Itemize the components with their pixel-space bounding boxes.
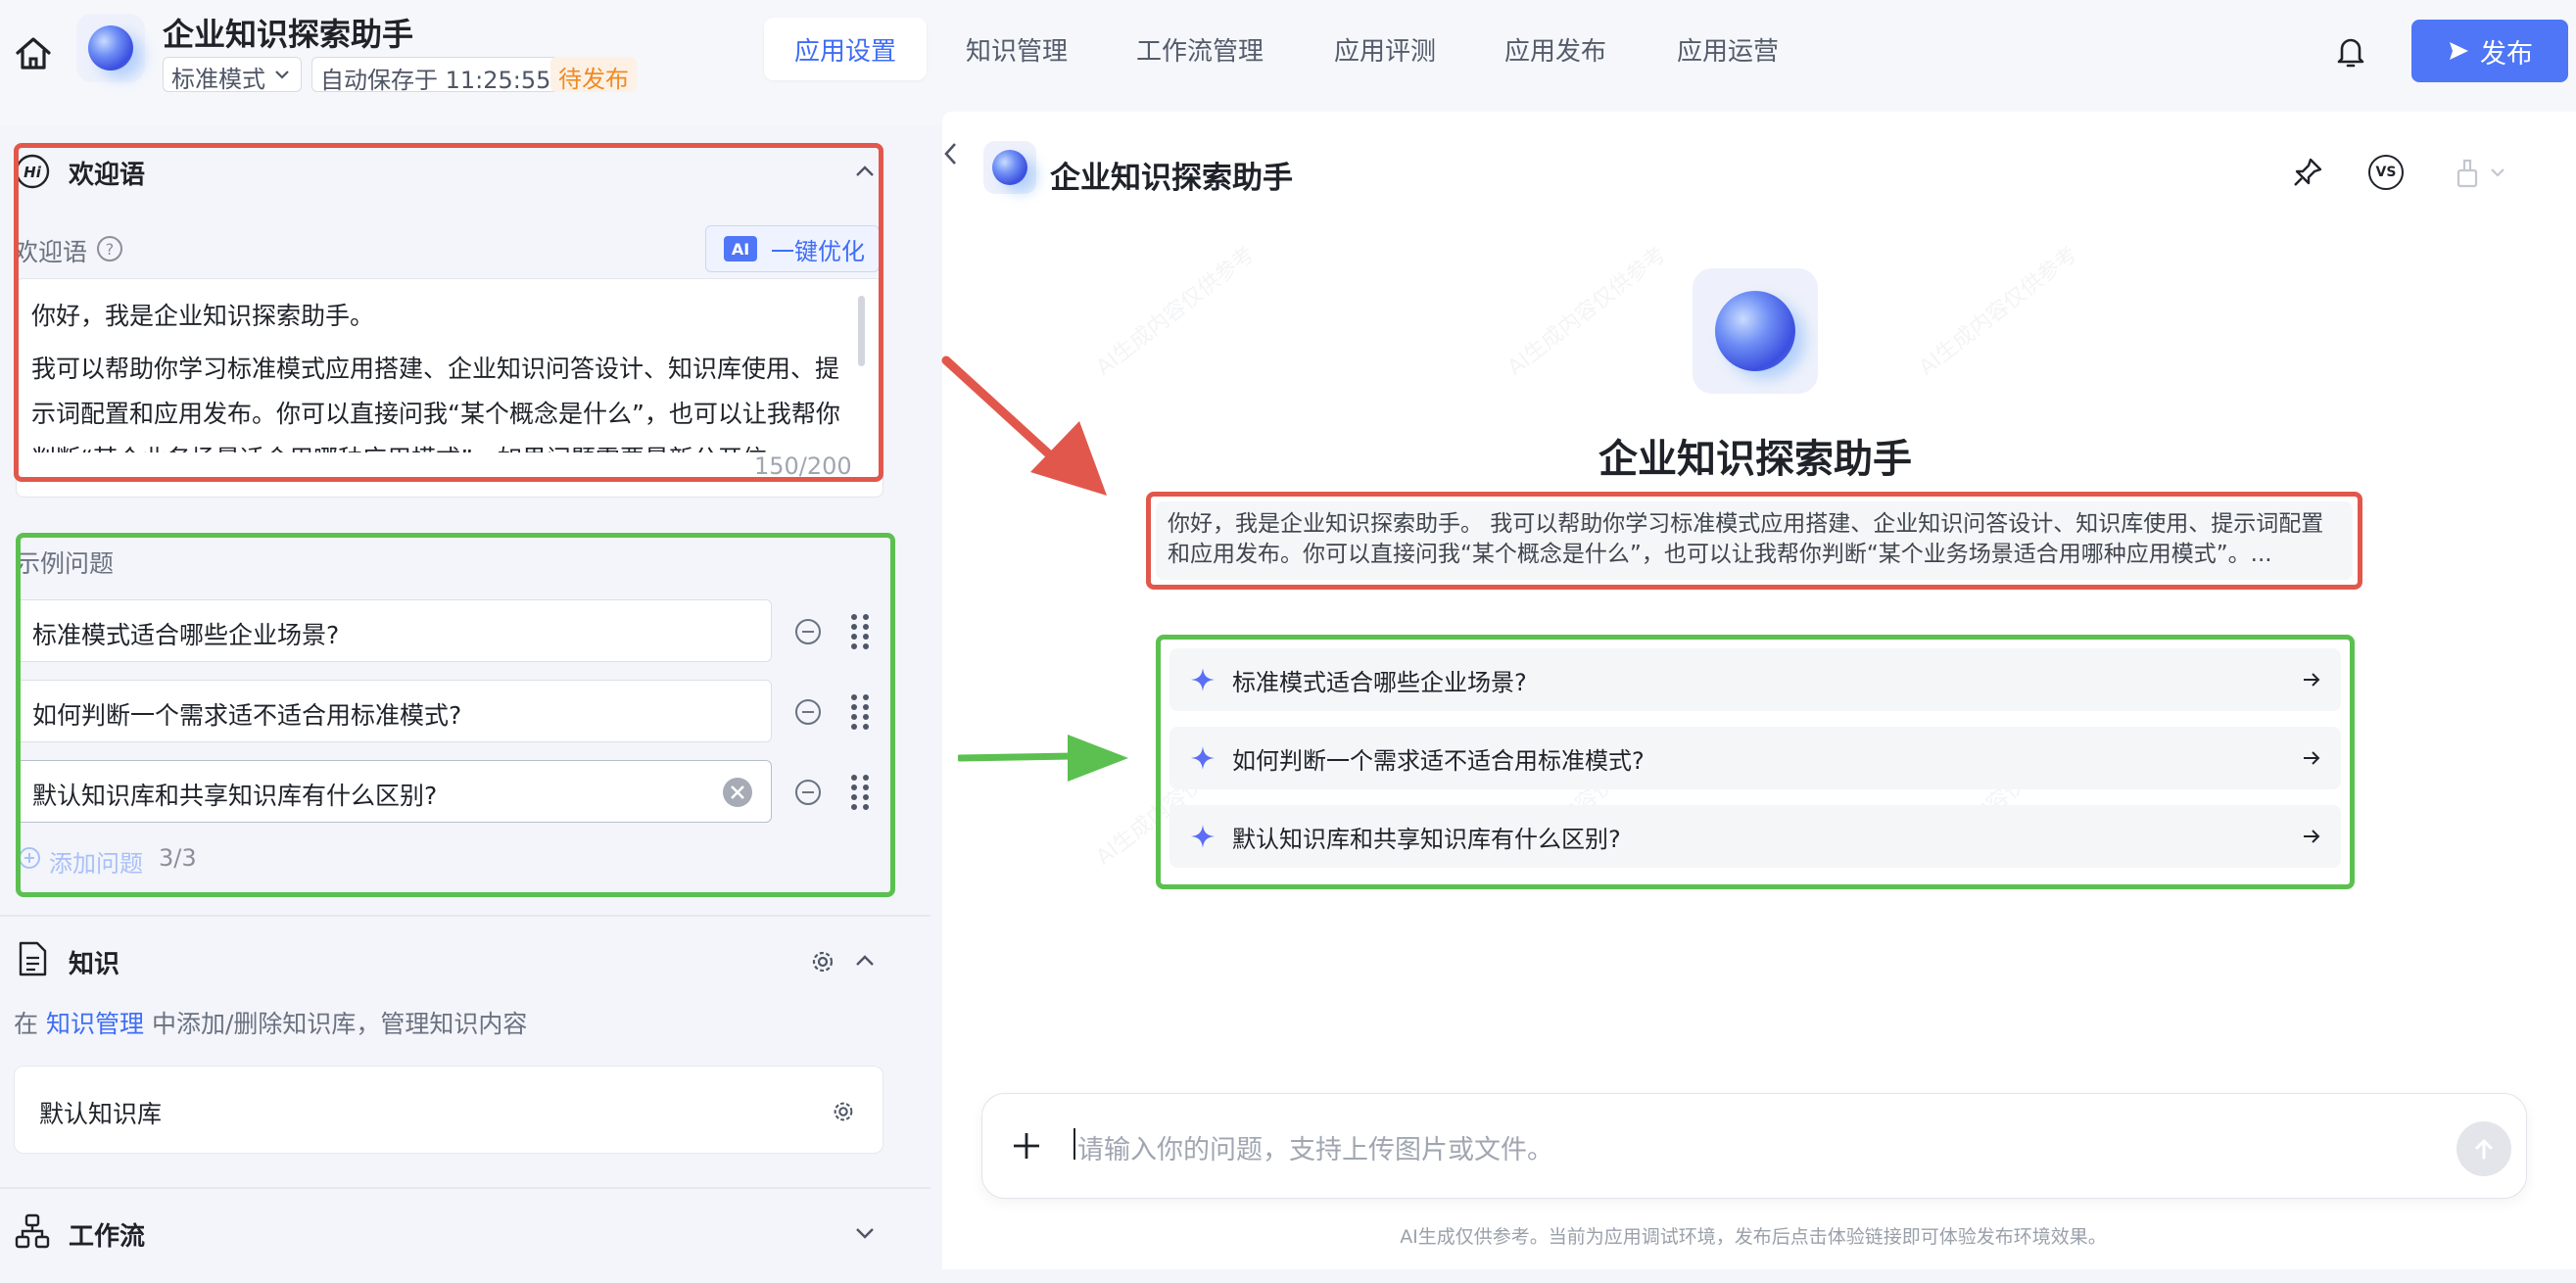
ai-disclaimer: AI生成仅供参考。当前为应用调试环境，发布后点击体验链接即可体验发布环境效果。: [1400, 1226, 2107, 1248]
workflow-section-title: 工作流: [69, 1222, 146, 1252]
knowledge-section-title: 知识: [69, 950, 120, 979]
chevron-up-icon[interactable]: [852, 948, 878, 974]
divider: [0, 915, 930, 917]
tab-knowledge-management[interactable]: 知识管理: [950, 18, 1083, 80]
divider: [0, 1187, 930, 1189]
send-icon: [2447, 39, 2470, 63]
tab-app-publish[interactable]: 应用发布: [1489, 18, 1622, 80]
home-icon[interactable]: [12, 31, 55, 74]
mode-select-value: 标准模式: [171, 66, 265, 93]
annotation-box-red: [14, 143, 883, 482]
gear-icon[interactable]: [809, 948, 836, 975]
status-badge: 待发布: [550, 57, 637, 93]
knowledge-hint-suffix: 中添加/删除知识库，管理知识内容: [151, 1010, 528, 1038]
app-logo: [76, 14, 145, 82]
annotation-arrow-green: [958, 731, 1130, 789]
tab-app-settings[interactable]: 应用设置: [764, 18, 927, 80]
plus-icon[interactable]: [1009, 1128, 1044, 1164]
autosave-status: 自动保存于 11:25:55: [311, 57, 560, 94]
send-button[interactable]: [2457, 1121, 2511, 1176]
mode-select[interactable]: 标准模式: [163, 57, 302, 93]
annotation-box-red: [1146, 492, 2362, 590]
big-app-logo: [1693, 268, 1818, 394]
app-name: 企业知识探索助手: [163, 16, 414, 53]
chat-input[interactable]: 请输入你的问题，支持上传图片或文件。: [1077, 1128, 1553, 1166]
knowledge-hint: 在 知识管理 中添加/删除知识库，管理知识内容: [14, 1005, 527, 1040]
document-icon: [16, 940, 49, 977]
chat-avatar: [983, 141, 1036, 194]
annotation-box-green: [16, 533, 895, 897]
publish-button[interactable]: 发布: [2411, 20, 2568, 82]
preview-app-name: 企业知识探索助手: [1598, 437, 1912, 482]
chevron-down-icon[interactable]: [852, 1220, 878, 1246]
pin-icon[interactable]: [2290, 155, 2325, 190]
tab-app-operations[interactable]: 应用运营: [1661, 18, 1794, 80]
gear-icon[interactable]: [831, 1099, 856, 1124]
annotation-arrow-red: [940, 353, 1117, 499]
annotation-box-green: [1156, 635, 2355, 889]
publish-button-label: 发布: [2480, 38, 2533, 70]
bell-icon[interactable]: [2329, 29, 2372, 72]
knowledge-base-name: 默认知识库: [39, 1100, 163, 1128]
arrow-up-icon: [2470, 1135, 2498, 1163]
workflow-icon: [14, 1212, 51, 1250]
text-caret: [1073, 1128, 1075, 1160]
tab-app-evaluation[interactable]: 应用评测: [1318, 18, 1452, 80]
chevron-down-icon: [273, 66, 291, 83]
chat-title: 企业知识探索助手: [1050, 161, 1293, 196]
knowledge-management-link[interactable]: 知识管理: [46, 1010, 144, 1038]
collapse-panel-icon[interactable]: [938, 139, 964, 168]
knowledge-hint-prefix: 在: [14, 1010, 39, 1038]
clear-chat-icon[interactable]: [2453, 157, 2511, 190]
tab-workflow-management[interactable]: 工作流管理: [1117, 18, 1283, 80]
vs-compare-icon[interactable]: VS: [2368, 155, 2404, 190]
